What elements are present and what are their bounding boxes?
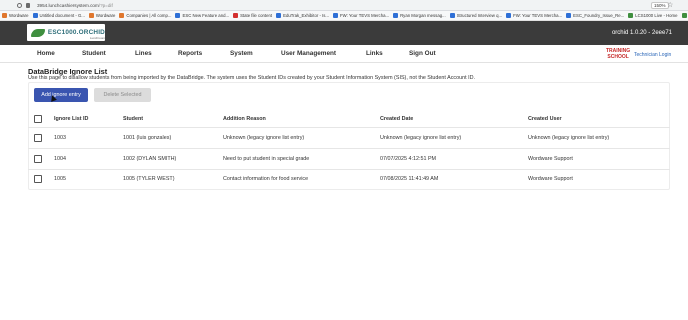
bookmark-item[interactable]: Companies | All comp... [119,13,171,18]
bookmark-item[interactable]: ESC New Feature and... [175,13,229,18]
bookmark-favicon-icon [506,13,512,18]
bookmark-star-icon[interactable]: ☆ [667,1,673,10]
bookmark-favicon-icon [628,13,634,18]
bookmark-label: Ryan Morgan messag... [400,13,446,18]
bookmark-favicon-icon [276,13,282,18]
bookmark-favicon-icon [88,13,94,18]
bookmark-item[interactable]: LCS1000 Live - Home [628,13,678,18]
bookmark-item[interactable]: FW: Your TEVS Mercha... [333,13,389,18]
bookmark-label: Untitled document - G... [39,13,85,18]
cell-student: 1002 (DYLAN SMITH) [123,156,177,162]
cell-created-user: Wordware Support [528,176,573,182]
cell-created-user: Wordware Support [528,156,573,162]
header-student[interactable]: Student [123,116,143,122]
app-logo[interactable]: ESC1000.ORCHID Lunchroom [27,24,105,41]
url-path: /?p=dif [98,2,113,8]
url-field[interactable]: 3954.lunchcashiersystem.com/?p=dif [37,3,113,8]
nav-lines[interactable]: Lines [135,50,152,57]
nav-system[interactable]: System [230,50,253,57]
cell-addition-reason: Unknown (legacy ignore list entry) [223,135,305,141]
bookmark-label: ESC_Foundry_Issue_Re... [573,13,625,18]
shield-icon[interactable] [17,2,22,8]
bookmark-item[interactable]: EduTrak_Exhibitor - Is... [276,13,329,18]
bookmark-favicon-icon [393,13,399,18]
lock-icon[interactable] [26,2,30,8]
bookmarks-bar: Wordware Untitled document - G... Wordware… [0,11,688,21]
header-addition-reason[interactable]: Addition Reason [223,116,266,122]
cell-created-date: 07/07/2025 4:12:51 PM [380,156,437,162]
bookmark-label: FW: Your TEVS Mercha... [340,13,390,18]
add-ignore-entry-button[interactable]: Add ignore entry [34,88,88,102]
logo-text: ESC1000.ORCHID [47,29,105,36]
table-row[interactable]: 1004 1002 (DYLAN SMITH) Need to put stud… [28,150,670,170]
bookmark-favicon-icon [32,13,38,18]
url-host: 3954.lunchcashiersystem.com [37,2,99,8]
bookmark-item[interactable]: ESC_Foundry_Issue_Re... [566,13,624,18]
cell-created-user: Unknown (legacy ignore list entry) [528,135,610,141]
nav-home[interactable]: Home [37,50,55,57]
bookmark-item[interactable]: Structured Interview q... [449,13,503,18]
bookmark-label: Structured Interview q... [456,13,503,18]
nav-student[interactable]: Student [82,50,106,57]
bookmark-favicon-icon [449,13,455,18]
leaf-logo-icon [31,28,46,38]
cell-student: 1001 (luis gonzales) [123,135,172,141]
cell-student: 1005 (TYLER WEST) [123,176,175,182]
bookmark-favicon-icon [333,13,339,18]
delete-selected-button[interactable]: Delete Selected [94,88,151,102]
header-created-user[interactable]: Created User [528,116,562,122]
bookmark-favicon-icon [233,13,239,18]
header-ignore-list-id[interactable]: Ignore List ID [54,116,88,122]
row-checkbox[interactable] [34,134,42,142]
cell-addition-reason: Contact information for food service [223,176,309,182]
bookmark-label: ESC New Feature and... [182,13,230,18]
bookmark-favicon-icon [175,13,181,18]
bookmark-item[interactable]: State file content [233,13,272,18]
browser-address-bar: 3954.lunchcashiersystem.com/?p=dif 150% … [0,0,688,11]
bookmark-favicon-icon [119,13,125,18]
select-all-checkbox[interactable] [34,115,42,123]
cell-created-date: Unknown (legacy ignore list entry) [380,135,462,141]
table-row[interactable]: 1003 1001 (luis gonzales) Unknown (legac… [28,129,670,149]
app-version: orchid 1.0.20 - 2eee71 [611,30,672,36]
nav-user-management[interactable]: User Management [281,50,336,57]
cell-created-date: 07/08/2025 11:41:49 AM [380,176,439,182]
bookmark-item[interactable]: Wordware [88,13,116,18]
cell-ignore-list-id: 1004 [54,156,66,162]
bookmark-item[interactable]: Ryan Morgan messag... [393,13,446,18]
bookmark-item[interactable]: Untitled document - G... [32,13,85,18]
technician-login-link[interactable]: Technician Login [634,52,671,58]
bookmark-favicon-icon [681,13,687,18]
zoom-indicator[interactable]: 150% [651,2,669,9]
header-created-date[interactable]: Created Date [380,116,413,122]
nav-reports[interactable]: Reports [178,50,202,57]
bookmark-item[interactable]: LCS1000 - Home [681,13,688,18]
row-checkbox[interactable] [34,155,42,163]
logo-subtext: Lunchroom [90,36,106,40]
cell-ignore-list-id: 1003 [54,135,66,141]
bookmark-label: Wordware [9,13,29,18]
bookmark-favicon-icon [2,13,7,18]
training-school-badge: TRAINING SCHOOL [606,48,630,60]
bookmark-label: Wordware [95,13,116,18]
training-line-2: SCHOOL [607,53,629,60]
nav-links[interactable]: Links [366,50,383,57]
row-checkbox[interactable] [34,175,42,183]
nav-sign-out[interactable]: Sign Out [409,50,436,57]
cell-ignore-list-id: 1005 [54,176,66,182]
bookmark-favicon-icon [566,13,572,18]
table-header-row: Ignore List ID Student Addition Reason C… [28,110,670,128]
bookmark-label: FW: Your TEVS Mercha... [513,13,563,18]
bookmark-label: State file content [240,13,273,18]
bookmark-label: Companies | All comp... [126,13,172,18]
page-description: Use this page to disallow students from … [28,75,475,81]
bookmark-label: LCS1000 Live - Home [635,13,678,18]
table-row[interactable]: 1005 1005 (TYLER WEST) Contact informati… [28,170,670,190]
bookmark-label: EduTrak_Exhibitor - Is... [283,13,330,18]
bookmark-item[interactable]: Wordware [2,13,29,18]
bookmark-item[interactable]: FW: Your TEVS Mercha... [506,13,562,18]
main-nav: Home Student Lines Reports System User M… [0,45,688,63]
cell-addition-reason: Need to put student in special grade [223,156,310,162]
